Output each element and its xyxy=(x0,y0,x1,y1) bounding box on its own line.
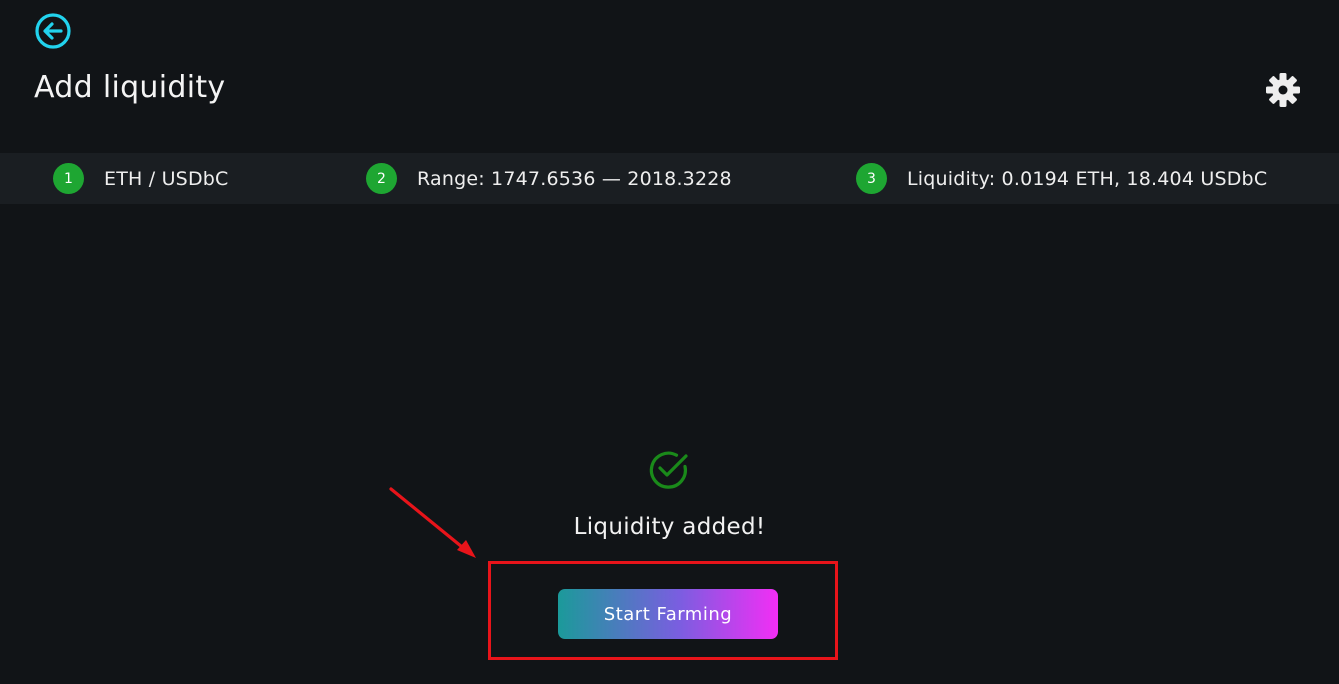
step-pair[interactable]: 1 ETH / USDbC xyxy=(53,153,229,204)
steps-bar: 1 ETH / USDbC 2 Range: 1747.6536 — 2018.… xyxy=(0,153,1339,204)
step-label: Liquidity: 0.0194 ETH, 18.404 USDbC xyxy=(907,167,1268,190)
page-title: Add liquidity xyxy=(34,70,226,105)
start-farming-button[interactable]: Start Farming xyxy=(558,589,778,639)
gear-icon xyxy=(1266,73,1300,107)
step-liquidity[interactable]: 3 Liquidity: 0.0194 ETH, 18.404 USDbC xyxy=(856,153,1267,204)
back-button[interactable] xyxy=(34,12,72,50)
settings-button[interactable] xyxy=(1264,71,1302,109)
step-number-badge: 1 xyxy=(53,163,84,194)
step-number-badge: 2 xyxy=(366,163,397,194)
page: Add liquidity 1 ETH / USDbC 2 Range: 174… xyxy=(0,0,1339,684)
step-label: Range: 1747.6536 — 2018.3228 xyxy=(417,167,732,190)
annotation-arrow xyxy=(389,487,476,558)
step-number-badge: 3 xyxy=(856,163,887,194)
check-circle-icon xyxy=(649,451,688,489)
arrow-left-circle-icon xyxy=(35,13,71,49)
step-range[interactable]: 2 Range: 1747.6536 — 2018.3228 xyxy=(366,153,732,204)
success-message: Liquidity added! xyxy=(573,514,766,540)
step-label: ETH / USDbC xyxy=(104,167,229,190)
